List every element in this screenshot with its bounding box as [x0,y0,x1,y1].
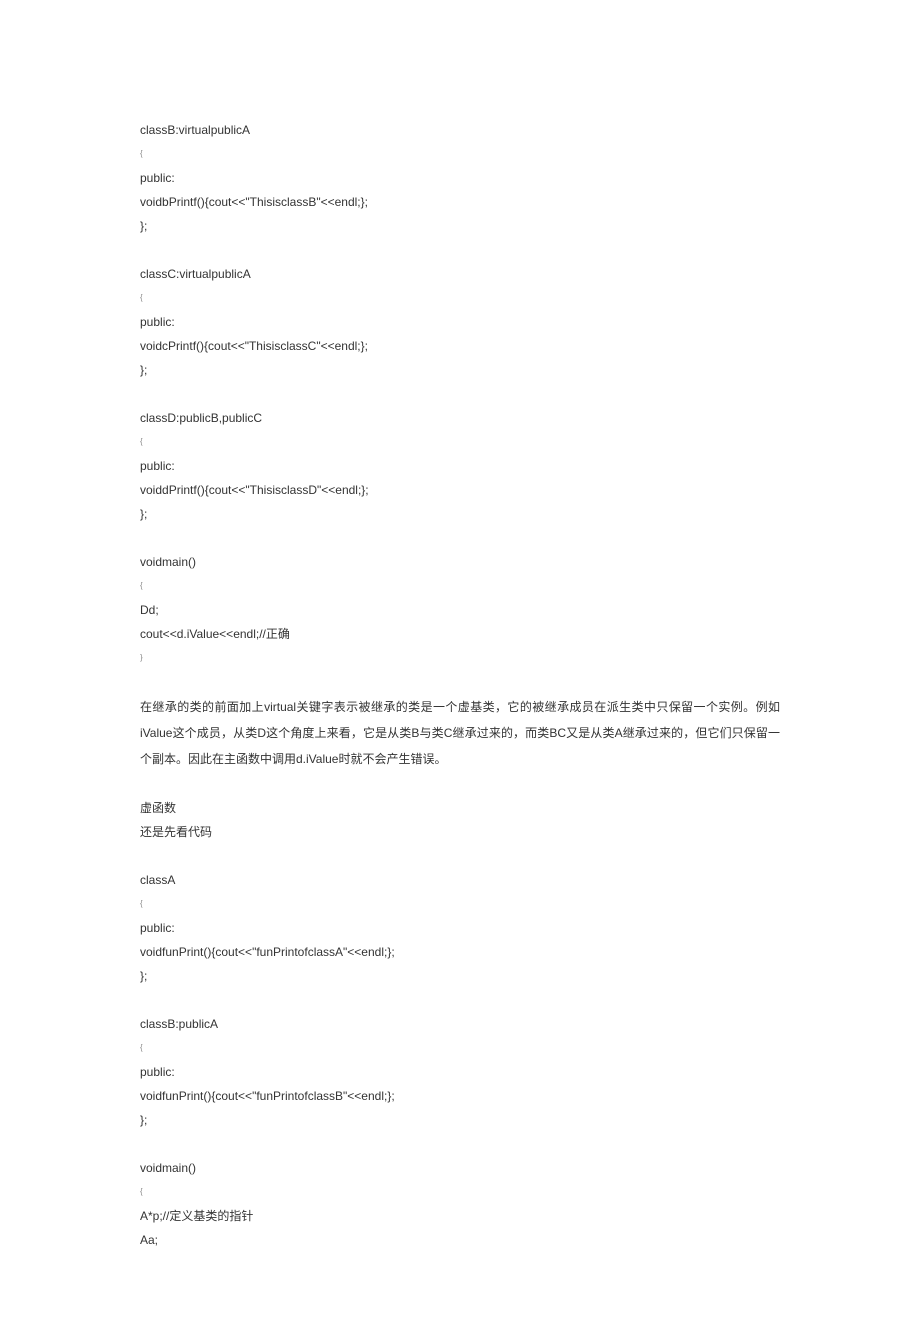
code-line: }; [140,358,780,382]
code-line: classB:publicA [140,1012,780,1036]
code-line: public: [140,916,780,940]
code-brace: { [140,1036,780,1060]
code-line: public: [140,166,780,190]
code-line: voidmain() [140,1156,780,1180]
code-line: voidmain() [140,550,780,574]
blank-line [140,844,780,868]
code-line: cout<<d.iValue<<endl;//正确 [140,622,780,646]
code-line: classD:publicB,publicC [140,406,780,430]
code-brace: } [140,646,780,670]
blank-line [140,382,780,406]
code-line: Dd; [140,598,780,622]
code-brace: { [140,142,780,166]
blank-line [140,772,780,796]
blank-line [140,1132,780,1156]
code-line: public: [140,310,780,334]
code-line: }; [140,1108,780,1132]
code-line: voidfunPrint(){cout<<"funPrintofclassA"<… [140,940,780,964]
code-line: voidfunPrint(){cout<<"funPrintofclassB"<… [140,1084,780,1108]
blank-line [140,670,780,694]
code-brace: { [140,574,780,598]
blank-line [140,238,780,262]
code-line: public: [140,1060,780,1084]
paragraph-text: 在继承的类的前面加上virtual关键字表示被继承的类是一个虚基类，它的被继承成… [140,694,780,772]
code-line: A*p;//定义基类的指针 [140,1204,780,1228]
code-line: Aa; [140,1228,780,1252]
code-brace: { [140,430,780,454]
code-line: }; [140,214,780,238]
blank-line [140,988,780,1012]
blank-line [140,526,780,550]
code-line: classB:virtualpublicA [140,118,780,142]
code-line: 还是先看代码 [140,820,780,844]
code-brace: { [140,892,780,916]
code-line: classC:virtualpublicA [140,262,780,286]
code-line: public: [140,454,780,478]
code-line: voiddPrintf(){cout<<"ThisisclassD"<<endl… [140,478,780,502]
code-line: classA [140,868,780,892]
code-line: }; [140,502,780,526]
document-page: classB:virtualpublicA{public:voidbPrintf… [0,0,920,1332]
code-line: 虚函数 [140,796,780,820]
code-brace: { [140,1180,780,1204]
code-line: }; [140,964,780,988]
code-line: voidcPrintf(){cout<<"ThisisclassC"<<endl… [140,334,780,358]
code-line: voidbPrintf(){cout<<"ThisisclassB"<<endl… [140,190,780,214]
code-brace: { [140,286,780,310]
